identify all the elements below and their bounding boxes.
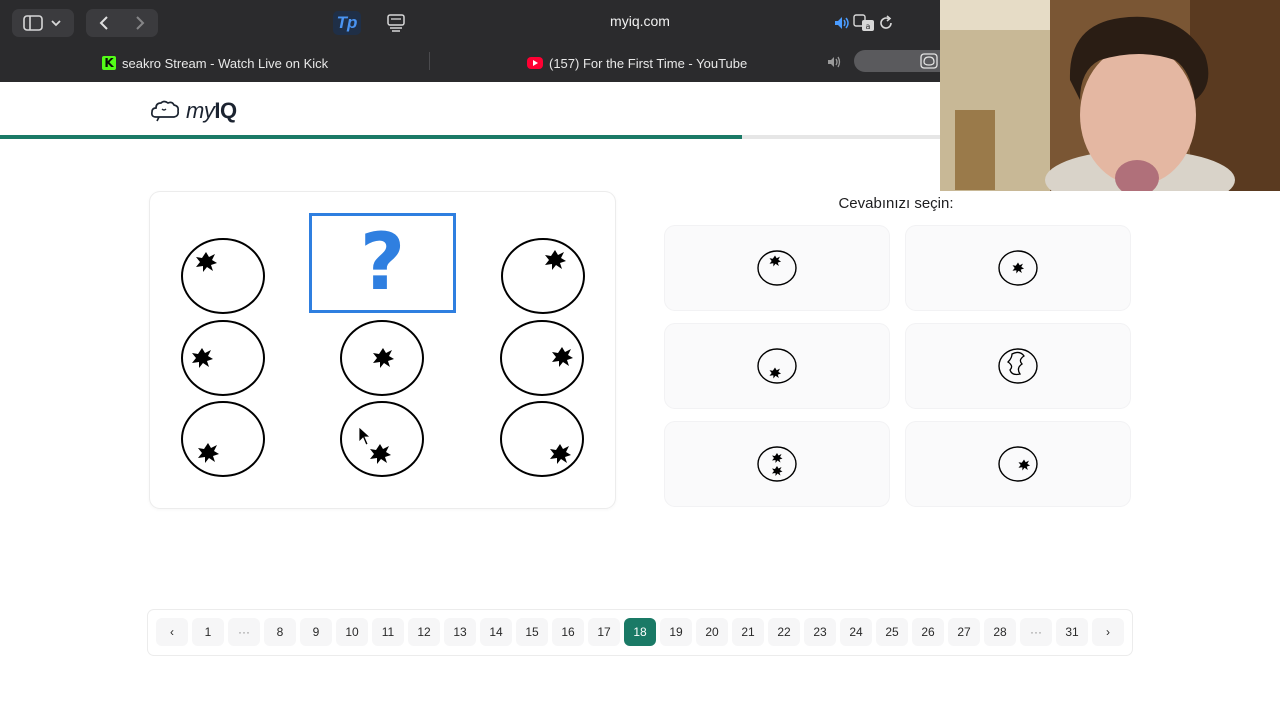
pagination-page-22[interactable]: 22: [768, 618, 800, 646]
figure-r2-c3: [500, 320, 584, 396]
extension-tp-icon[interactable]: Tp: [333, 11, 361, 35]
pagination-next-button[interactable]: ›: [1092, 618, 1124, 646]
reader-icon[interactable]: [386, 14, 406, 32]
sidebar-toggle-button[interactable]: [12, 9, 74, 37]
logo-suffix: IQ: [214, 98, 237, 123]
tab-youtube[interactable]: (157) For the First Time - YouTube: [527, 50, 747, 76]
brain-cloud-icon: [150, 100, 180, 122]
sidebar-icon: [23, 15, 61, 31]
webcam-overlay: [940, 0, 1280, 191]
kick-icon: K: [102, 56, 116, 70]
pagination-page-11[interactable]: 11: [372, 618, 404, 646]
question-pagination: ‹ 1 ··· 8 9 10 11 12 13 14 15 16 17 18 19 20 21 22 23 24 25…: [148, 610, 1132, 655]
pagination-page-9[interactable]: 9: [300, 618, 332, 646]
chevron-right-icon: [136, 16, 145, 30]
answer-figure-6: [998, 446, 1038, 482]
forward-button[interactable]: [122, 9, 158, 37]
tab-title: seakro Stream - Watch Live on Kick: [122, 55, 329, 71]
figure-r2-c2: [340, 320, 424, 396]
pagination-page-1[interactable]: 1: [192, 618, 224, 646]
browser-toolbar: Tp myiq.com a: [0, 0, 940, 46]
figure-r3-c2: [340, 401, 424, 477]
pagination-page-26[interactable]: 26: [912, 618, 944, 646]
pagination-page-25[interactable]: 25: [876, 618, 908, 646]
pagination-page-8[interactable]: 8: [264, 618, 296, 646]
tab-kick[interactable]: K seakro Stream - Watch Live on Kick: [102, 50, 328, 76]
myiq-logo[interactable]: myIQ: [150, 98, 237, 124]
tab-audio-icon[interactable]: [826, 55, 844, 69]
pagination-page-19[interactable]: 19: [660, 618, 692, 646]
webcam-video: [940, 0, 1280, 191]
pagination-page-18[interactable]: 18: [624, 618, 656, 646]
youtube-icon: [527, 57, 543, 69]
figure-r3-c3: [500, 401, 584, 477]
answers-title: Cevabınızı seçin:: [838, 195, 954, 212]
pagination-page-10[interactable]: 10: [336, 618, 368, 646]
tab-divider: [429, 52, 430, 70]
answer-figure-2: [998, 250, 1038, 286]
speaker-icon[interactable]: [833, 15, 851, 31]
answer-option-5[interactable]: [665, 422, 889, 506]
chevron-left-icon: [99, 16, 108, 30]
brain-icon: [920, 53, 938, 69]
answer-option-3[interactable]: [665, 324, 889, 408]
pagination-prev-button[interactable]: ‹: [156, 618, 188, 646]
pagination-page-15[interactable]: 15: [516, 618, 548, 646]
answer-figure-3: [757, 348, 797, 384]
figure-r3-c1: [181, 401, 265, 477]
answer-figure-4: [998, 348, 1038, 384]
pagination-ellipsis: ···: [228, 618, 260, 646]
answer-option-6[interactable]: [906, 422, 1130, 506]
pagination-page-20[interactable]: 20: [696, 618, 728, 646]
logo-text: myIQ: [186, 98, 237, 124]
pagination-page-23[interactable]: 23: [804, 618, 836, 646]
mouse-cursor-icon: [358, 426, 372, 446]
pagination-page-13[interactable]: 13: [444, 618, 476, 646]
answer-figure-1: [757, 250, 797, 286]
translate-icon[interactable]: a: [853, 14, 875, 32]
back-button[interactable]: [86, 9, 122, 37]
pagination-page-21[interactable]: 21: [732, 618, 764, 646]
answer-option-1[interactable]: [665, 226, 889, 310]
pagination-page-16[interactable]: 16: [552, 618, 584, 646]
figure-r1-c1: [181, 238, 265, 314]
pagination-page-27[interactable]: 27: [948, 618, 980, 646]
answer-figure-5: [757, 446, 797, 482]
tab-bar: K seakro Stream - Watch Live on Kick (15…: [0, 46, 940, 80]
answer-option-2[interactable]: [906, 226, 1130, 310]
pagination-ellipsis: ···: [1020, 618, 1052, 646]
reload-icon[interactable]: [877, 14, 895, 32]
pagination-page-12[interactable]: 12: [408, 618, 440, 646]
navigation-buttons: [86, 9, 158, 37]
puzzle-matrix: ?: [150, 192, 615, 508]
pagination-page-17[interactable]: 17: [588, 618, 620, 646]
figure-r1-c3: [501, 238, 585, 314]
answer-option-4[interactable]: [906, 324, 1130, 408]
pagination-page-28[interactable]: 28: [984, 618, 1016, 646]
question-mark: ?: [359, 218, 406, 308]
logo-prefix: my: [186, 98, 215, 123]
test-progress-fill: [0, 135, 743, 139]
svg-text:a: a: [866, 22, 871, 31]
tab-title: (157) For the First Time - YouTube: [549, 55, 748, 71]
figure-r2-c1: [181, 320, 265, 396]
browser-chrome: Tp myiq.com a K seakro Stream - Watch Li…: [0, 0, 940, 82]
missing-figure-box: ?: [309, 213, 456, 313]
pagination-page-31[interactable]: 31: [1056, 618, 1088, 646]
pagination-page-14[interactable]: 14: [480, 618, 512, 646]
pagination-page-24[interactable]: 24: [840, 618, 872, 646]
address-bar[interactable]: myiq.com: [540, 13, 740, 29]
